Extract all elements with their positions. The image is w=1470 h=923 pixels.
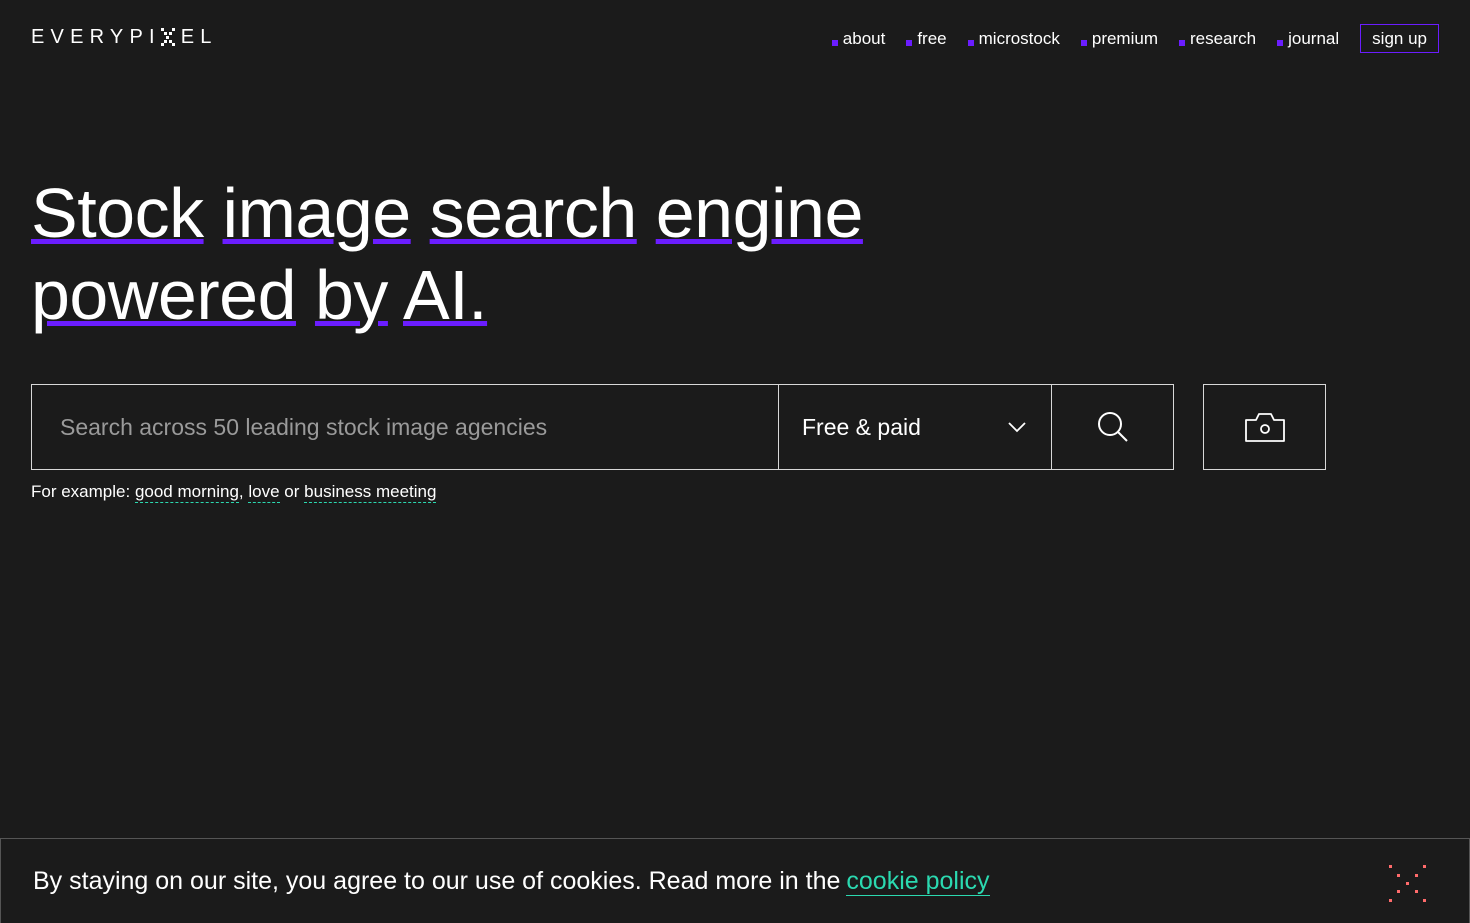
nav-bullet-icon (1080, 39, 1087, 46)
nav-bullet-icon (831, 39, 838, 46)
nav-label: premium (1091, 28, 1158, 48)
headline-line-1: Stock image search engine (31, 172, 863, 254)
nav-label: free (917, 28, 947, 48)
image-search-button[interactable] (1203, 384, 1326, 470)
camera-icon (1244, 413, 1285, 442)
example-link[interactable]: business meeting (304, 482, 437, 503)
search-examples: For example: good morning, love or busin… (31, 482, 437, 503)
logo-pixel-x-icon (160, 28, 175, 46)
headline-word: powered (31, 256, 297, 334)
examples-prefix: For example: (31, 482, 131, 501)
example-link[interactable]: love (248, 482, 280, 503)
nav-free[interactable]: free (906, 28, 947, 49)
signup-button[interactable]: sign up (1360, 24, 1439, 53)
nav-microstock[interactable]: microstock (967, 28, 1060, 49)
main-nav: about free microstock premium research j… (811, 24, 1439, 53)
search-icon (1097, 412, 1128, 442)
nav-journal[interactable]: journal (1277, 29, 1339, 49)
search-input[interactable] (32, 385, 778, 469)
cookie-banner: By staying on our site, you agree to our… (0, 838, 1470, 923)
cookie-text: By staying on our site, you agree to our… (33, 866, 990, 896)
nav-bullet-icon (1178, 39, 1185, 46)
cookie-policy-link[interactable]: cookie policy (846, 866, 990, 896)
logo-text-left: EVERYPI (31, 25, 161, 48)
license-select-value: Free & paid (802, 413, 921, 440)
search-bar: Free & paid (31, 384, 1174, 470)
headline-word: Stock (31, 174, 204, 252)
logo-text-right: EL (180, 25, 218, 48)
nav-research[interactable]: research (1178, 28, 1257, 49)
headline-word: engine (655, 174, 864, 252)
headline-word: by (314, 256, 388, 334)
close-icon[interactable] (1389, 865, 1426, 902)
cookie-message: By staying on our site, you agree to our… (33, 866, 841, 895)
license-select[interactable]: Free & paid (778, 385, 1051, 469)
nav-bullet-icon (906, 39, 913, 46)
nav-bullet-icon (1277, 39, 1284, 46)
page: EVERYPI EL about free microstock premium… (0, 0, 1470, 923)
nav-about[interactable]: about (831, 28, 886, 49)
logo[interactable]: EVERYPI EL (31, 26, 218, 48)
headline-line-2: powered by AI. (31, 254, 863, 336)
nav-label: research (1189, 28, 1257, 48)
headline-word: AI. (403, 256, 488, 334)
chevron-down-icon (1008, 422, 1026, 433)
search-button[interactable] (1051, 385, 1173, 469)
examples-separator: or (284, 482, 300, 501)
example-link[interactable]: good morning (134, 482, 239, 503)
headline-word: image (222, 174, 412, 252)
nav-label: about (842, 28, 886, 48)
headline-word: search (429, 174, 638, 252)
nav-label: microstock (978, 28, 1060, 48)
hero-headline: Stock image search engine powered by AI. (31, 172, 863, 336)
nav-label: journal (1288, 28, 1340, 48)
nav-premium[interactable]: premium (1080, 28, 1158, 49)
nav-bullet-icon (967, 39, 974, 46)
examples-separator: , (238, 482, 244, 501)
